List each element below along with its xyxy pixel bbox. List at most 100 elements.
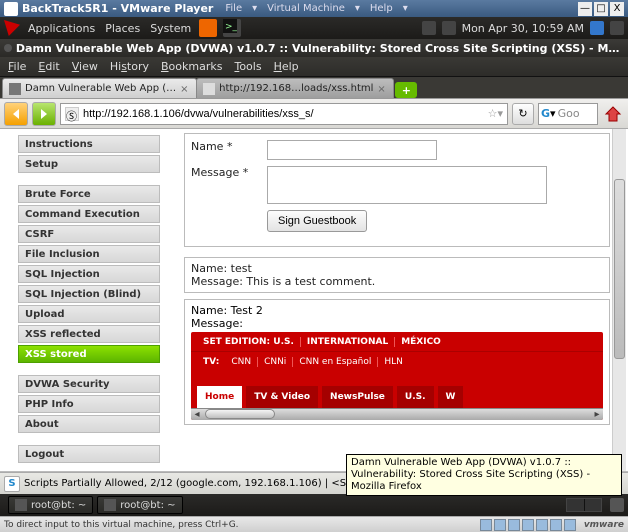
sidebar-item-upload[interactable]: Upload: [18, 305, 160, 323]
sidebar-item-instructions[interactable]: Instructions: [18, 135, 160, 153]
url-bar[interactable]: Ⓢ ☆▾: [60, 103, 508, 125]
sidebar-item-security[interactable]: DVWA Security: [18, 375, 160, 393]
cnn-tv-bar: TV: CNN CNNi CNN en Español HLN: [191, 352, 603, 372]
message-textarea[interactable]: [267, 166, 547, 204]
gnome-menu-places[interactable]: Places: [103, 22, 142, 35]
vm-device-icon[interactable]: [480, 519, 492, 531]
vmware-max-button[interactable]: □: [594, 2, 608, 16]
sidebar-item-csrf[interactable]: CSRF: [18, 225, 160, 243]
entry-name: Name: Test 2: [191, 304, 603, 317]
vm-device-icon[interactable]: [536, 519, 548, 531]
tray-icon[interactable]: [422, 21, 436, 35]
cnn-tab-newspulse[interactable]: NewsPulse: [322, 386, 393, 408]
noscript-status[interactable]: Scripts Partially Allowed, 2/12 (google.…: [24, 478, 360, 489]
cnn-tv-hln[interactable]: HLN: [378, 357, 409, 367]
vmware-titlebar: ▦ BackTrack5R1 - VMware Player File▾ Vir…: [0, 0, 628, 17]
menu-history[interactable]: History: [106, 60, 153, 73]
sidebar-item-bruteforce[interactable]: Brute Force: [18, 185, 160, 203]
cnn-edition-intl[interactable]: INTERNATIONAL: [301, 337, 395, 347]
search-box[interactable]: G▾ Goo: [538, 103, 598, 125]
cnn-tab-tvvideo[interactable]: TV & Video: [246, 386, 318, 408]
terminal-launcher-icon[interactable]: >_: [223, 19, 241, 37]
window-menu-icon[interactable]: [4, 44, 12, 52]
sidebar-item-logout[interactable]: Logout: [18, 445, 160, 463]
cnn-tv-espanol[interactable]: CNN en Español: [293, 357, 378, 367]
vmware-menu-help[interactable]: Help: [366, 3, 397, 14]
vmware-menu-vm[interactable]: Virtual Machine: [263, 3, 349, 14]
home-button[interactable]: [602, 103, 624, 125]
sidebar-item-sqli[interactable]: SQL Injection: [18, 265, 160, 283]
firefox-tabbar: Damn Vulnerable Web App (… × http://192.…: [0, 77, 628, 99]
page-v-scrollbar[interactable]: [612, 129, 626, 471]
cnn-edition-us[interactable]: SET EDITION: U.S.: [197, 337, 301, 347]
bookmark-star-icon[interactable]: ☆▾: [488, 107, 503, 120]
sidebar-item-phpinfo[interactable]: PHP Info: [18, 395, 160, 413]
sidebar-item-sqli-blind[interactable]: SQL Injection (Blind): [18, 285, 160, 303]
reload-button[interactable]: ↻: [512, 103, 534, 125]
menu-file[interactable]: File: [4, 60, 30, 73]
sidebar-item-xss-reflected[interactable]: XSS reflected: [18, 325, 160, 343]
menu-edit[interactable]: Edit: [34, 60, 63, 73]
tray-icon[interactable]: [442, 21, 456, 35]
task-label: root@bt: ~: [120, 500, 175, 511]
gnome-clock[interactable]: Mon Apr 30, 10:59 AM: [462, 22, 584, 35]
entry-message: Message: This is a test comment.: [191, 275, 603, 288]
message-label: Message *: [191, 166, 267, 179]
sidebar-item-fileinc[interactable]: File Inclusion: [18, 245, 160, 263]
cnn-tab-more[interactable]: W: [438, 386, 464, 408]
page-icon: [203, 83, 215, 95]
cnn-tab-us[interactable]: U.S.: [397, 386, 434, 408]
workspace-switcher[interactable]: [566, 498, 602, 512]
close-tab-icon[interactable]: ×: [377, 84, 387, 94]
url-input[interactable]: [83, 105, 488, 123]
new-tab-button[interactable]: +: [395, 82, 417, 98]
scrollbar-thumb[interactable]: [614, 179, 625, 359]
back-button[interactable]: [4, 102, 28, 126]
sidebar-item-cmdexec[interactable]: Command Execution: [18, 205, 160, 223]
user-icon[interactable]: [590, 21, 604, 35]
search-placeholder: Goo: [558, 107, 580, 120]
vmware-icon: ▦: [4, 2, 18, 16]
cnn-tv-cnn[interactable]: CNN: [225, 357, 258, 367]
menu-bookmarks[interactable]: Bookmarks: [157, 60, 226, 73]
vm-device-icon[interactable]: [508, 519, 520, 531]
sidebar-item-setup[interactable]: Setup: [18, 155, 160, 173]
window-tooltip: Damn Vulnerable Web App (DVWA) v1.0.7 ::…: [346, 454, 622, 496]
firefox-menubar: File Edit View History Bookmarks Tools H…: [0, 57, 628, 77]
browser-viewport: Instructions Setup Brute Force Command E…: [0, 129, 628, 472]
gnome-menu-system[interactable]: System: [148, 22, 193, 35]
tab-loads-xss[interactable]: http://192.168…loads/xss.html ×: [196, 78, 394, 98]
menu-tools[interactable]: Tools: [230, 60, 265, 73]
scrollbar-thumb[interactable]: [205, 409, 275, 419]
vmware-close-button[interactable]: X: [610, 2, 624, 16]
cnn-iframe[interactable]: SET EDITION: U.S. INTERNATIONAL MÉXICO T…: [191, 332, 603, 420]
vmware-menu-file[interactable]: File: [221, 3, 246, 14]
menu-help[interactable]: Help: [270, 60, 303, 73]
trash-icon[interactable]: [610, 498, 624, 512]
sign-guestbook-button[interactable]: Sign Guestbook: [267, 210, 367, 232]
tab-label: http://192.168…loads/xss.html: [219, 83, 373, 94]
task-terminal-1[interactable]: root@bt: ~: [8, 496, 93, 514]
gnome-menu-apps[interactable]: Applications: [26, 22, 97, 35]
vmware-min-button[interactable]: —: [578, 2, 592, 16]
cnn-h-scrollbar[interactable]: ◂ ▸: [191, 408, 603, 420]
close-tab-icon[interactable]: ×: [180, 84, 190, 94]
vm-device-icon[interactable]: [522, 519, 534, 531]
cnn-tv-cnni[interactable]: CNNi: [258, 357, 293, 367]
name-input[interactable]: [267, 140, 437, 160]
guestbook-entry-xss: Name: Test 2 Message: SET EDITION: U.S. …: [184, 299, 610, 425]
vm-device-icon[interactable]: [494, 519, 506, 531]
forward-button[interactable]: [32, 102, 56, 126]
vm-device-icon[interactable]: [564, 519, 576, 531]
firefox-launcher-icon[interactable]: [199, 19, 217, 37]
noscript-icon[interactable]: S: [4, 476, 20, 492]
cnn-edition-mx[interactable]: MÉXICO: [395, 337, 447, 347]
menu-view[interactable]: View: [68, 60, 102, 73]
sidebar-item-xss-stored[interactable]: XSS stored: [18, 345, 160, 363]
task-terminal-2[interactable]: root@bt: ~: [97, 496, 182, 514]
volume-icon[interactable]: [610, 21, 624, 35]
sidebar-item-about[interactable]: About: [18, 415, 160, 433]
vm-device-icon[interactable]: [550, 519, 562, 531]
tab-dvwa[interactable]: Damn Vulnerable Web App (… ×: [2, 78, 197, 98]
cnn-tab-home[interactable]: Home: [197, 386, 242, 408]
